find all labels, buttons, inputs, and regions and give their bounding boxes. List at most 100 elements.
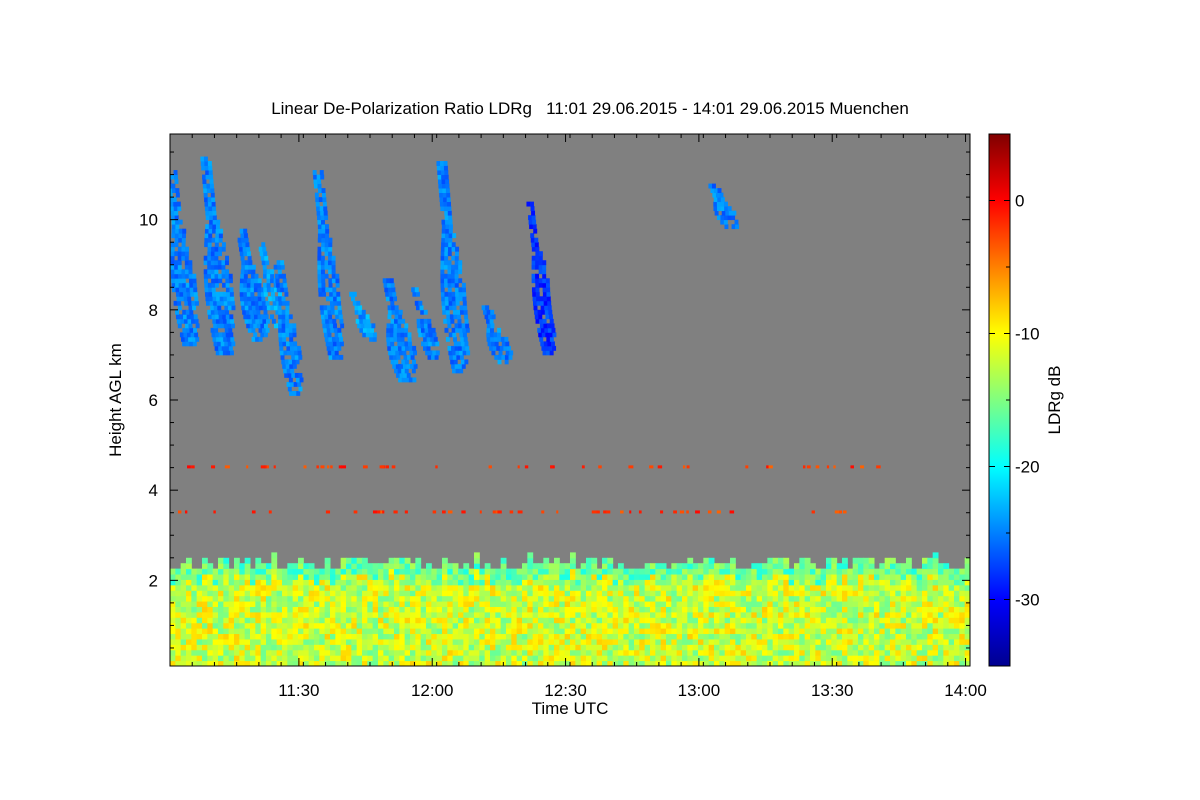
bl-cell: [772, 590, 779, 597]
bl-cell: [271, 595, 278, 602]
bl-cell: [938, 584, 944, 591]
cirrus-cell: [184, 264, 189, 270]
bl-cell: [250, 644, 256, 651]
bl-cell: [511, 638, 518, 645]
bl-cell: [890, 590, 896, 597]
bl-cell: [756, 622, 763, 629]
cirrus-cell: [170, 179, 172, 184]
bl-cell: [239, 633, 246, 640]
bl-cell: [735, 590, 742, 597]
cirrus-cell: [325, 296, 330, 302]
bl-cell: [735, 579, 742, 586]
bl-cell: [330, 633, 336, 640]
bl-cell: [207, 606, 214, 613]
cirrus-cell: [215, 233, 220, 239]
bl-cell: [436, 617, 443, 624]
bl-cell: [703, 617, 710, 624]
bl-cell: [762, 595, 768, 602]
cirrus-cell: [393, 336, 398, 342]
bl-cell: [575, 606, 582, 613]
bl-cell: [831, 579, 838, 586]
bl-cell: [602, 606, 608, 613]
bl-cell: [922, 574, 928, 580]
bl-cell: [218, 568, 224, 575]
speckle: [391, 465, 396, 469]
bl-cell: [330, 649, 336, 656]
bl-cell: [415, 584, 422, 591]
bl-cell: [863, 557, 870, 564]
bl-cell: [602, 601, 608, 607]
cirrus-cell: [324, 237, 329, 243]
cirrus-cell: [317, 251, 322, 257]
bl-cell: [468, 628, 475, 635]
bl-cell: [650, 649, 656, 656]
bl-cell: [500, 563, 507, 570]
cirrus-cell: [320, 264, 325, 270]
bl-cell: [948, 649, 955, 656]
bl-cell: [639, 595, 646, 602]
bl-cell: [703, 655, 710, 662]
bl-cell: [532, 633, 539, 640]
bl-cell: [938, 579, 944, 586]
bl-cell: [922, 638, 928, 645]
bl-cell: [591, 584, 598, 591]
cirrus-cell: [465, 345, 470, 351]
cirrus-cell: [171, 219, 176, 225]
bl-cell: [842, 644, 848, 651]
cirrus-cell: [462, 350, 467, 356]
bl-cell: [607, 568, 614, 575]
cirrus-cell: [334, 309, 339, 315]
cirrus-cell: [535, 278, 540, 284]
cirrus-cell: [387, 345, 392, 351]
bl-cell: [863, 617, 870, 624]
bl-cell: [186, 628, 192, 635]
bl-cell: [916, 633, 923, 640]
bl-cell: [303, 617, 310, 624]
bl-cell: [287, 579, 294, 586]
bl-cell: [612, 622, 619, 629]
bl-cell: [218, 617, 224, 624]
bl-cell: [948, 655, 955, 662]
cirrus-cell: [322, 323, 327, 329]
bl-cell: [666, 628, 672, 635]
cirrus-cell: [215, 350, 220, 356]
bl-cell: [548, 579, 555, 586]
bl-cell: [522, 579, 528, 586]
bl-cell: [303, 574, 310, 580]
bl-cell: [927, 579, 934, 586]
bl-cell: [890, 649, 896, 656]
cirrus-cell: [207, 264, 212, 270]
cirrus-cell: [246, 314, 251, 320]
bl-cell: [479, 579, 486, 586]
bl-cell: [687, 568, 694, 575]
bl-cell: [575, 611, 582, 618]
cirrus-cell: [176, 296, 181, 302]
bl-cell: [692, 568, 699, 575]
cirrus-cell: [216, 219, 221, 225]
bl-cell: [191, 649, 198, 656]
bl-cell: [431, 622, 438, 629]
bl-cell: [618, 649, 624, 656]
bl-cell: [436, 606, 443, 613]
cirrus-cell: [208, 224, 213, 230]
bl-cell: [703, 633, 710, 640]
cirrus-cell: [270, 305, 275, 311]
bl-cell: [575, 617, 582, 624]
bl-cell: [282, 574, 288, 580]
bl-cell: [292, 622, 299, 629]
cirrus-cell: [221, 264, 226, 270]
cirrus-cell: [172, 197, 177, 203]
bl-cell: [191, 590, 198, 597]
bl-cell: [783, 595, 790, 602]
bl-cell: [308, 563, 315, 570]
bl-cell: [580, 644, 587, 651]
bl-cell: [303, 579, 310, 586]
bl-cell: [223, 633, 230, 640]
bl-cell: [282, 584, 288, 591]
bl-cell: [223, 638, 230, 645]
cirrus-cell: [724, 215, 728, 221]
cirrus-cell: [192, 278, 197, 284]
bl-cell: [196, 606, 203, 613]
bl-cell: [724, 617, 731, 624]
cirrus-cell: [419, 305, 424, 311]
